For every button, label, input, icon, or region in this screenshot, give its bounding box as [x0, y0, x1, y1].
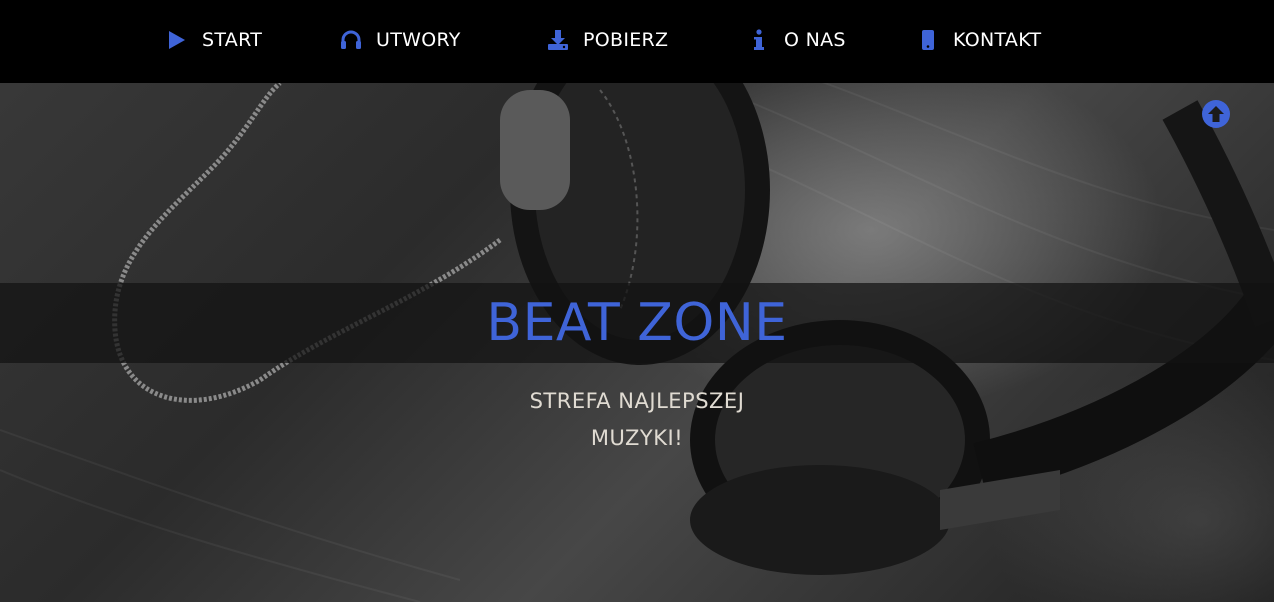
subtitle-line-2: MUZYKI!	[590, 426, 684, 450]
nav-item-start[interactable]: START	[166, 0, 262, 80]
nav-item-kontakt[interactable]: KONTAKT	[917, 0, 1041, 80]
site-title: BEAT ZONE	[486, 293, 788, 353]
subtitle-line-1: STREFA NAJLEPSZEJ	[529, 389, 745, 413]
arrow-up-circle-icon	[1202, 100, 1230, 128]
nav-item-label: UTWORY	[376, 29, 461, 51]
nav-item-label: START	[202, 29, 263, 51]
download-icon	[547, 29, 569, 51]
scroll-to-top-button[interactable]	[1201, 99, 1231, 129]
info-icon	[748, 29, 770, 51]
nav-item-utwory[interactable]: UTWORY	[340, 0, 461, 80]
phone-icon	[917, 29, 939, 51]
top-navigation: START UTWORY POBIERZ O NAS KONTAKT	[0, 0, 1274, 83]
headphones-icon	[340, 29, 362, 51]
nav-item-o-nas[interactable]: O NAS	[748, 0, 846, 80]
nav-item-label: O NAS	[784, 29, 846, 51]
nav-item-label: POBIERZ	[583, 29, 669, 51]
hero-subtitle: STREFA NAJLEPSZEJ MUZYKI!	[437, 383, 837, 457]
nav-item-pobierz[interactable]: POBIERZ	[547, 0, 668, 80]
nav-item-label: KONTAKT	[953, 29, 1042, 51]
play-icon	[166, 29, 188, 51]
